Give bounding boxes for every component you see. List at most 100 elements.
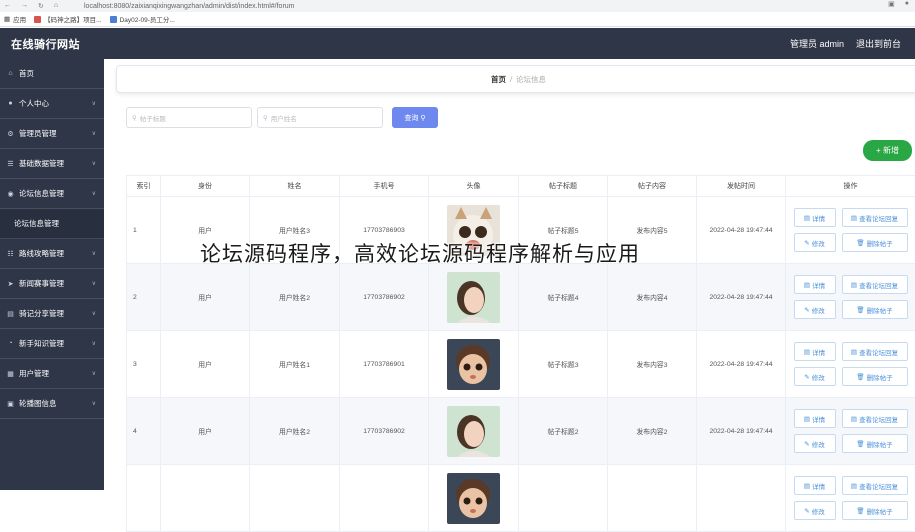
forum-table: 索引身份姓名手机号头像帖子标题帖子内容发帖时间操作 1用户用户姓名3177037… — [126, 175, 915, 532]
sidebar-item[interactable]: ▤骑记分享管理∨ — [0, 299, 104, 329]
cell-index: 1 — [127, 197, 161, 264]
location-icon: ◉ — [6, 190, 15, 198]
column-header: 姓名 — [250, 176, 340, 197]
column-header: 操作 — [786, 176, 915, 197]
edit-button[interactable]: ✎修改 — [794, 300, 836, 319]
delete-post-button[interactable]: 🗑删除帖子 — [842, 300, 908, 319]
document-icon: ▤ — [851, 348, 857, 356]
cell-index: 2 — [127, 264, 161, 331]
search-icon: ⚲ — [263, 114, 268, 122]
detail-button[interactable]: ▤详情 — [794, 409, 836, 428]
sidebar-item-label: 用户管理 — [19, 368, 49, 379]
post-title-search-input[interactable]: ⚲ 帖子标题 — [126, 107, 252, 128]
url-text[interactable]: localhost:8080/zaixianqixingwangzhan/adm… — [84, 3, 295, 10]
browser-address-bar: ← → ↻ ⌂ localhost:8080/zaixianqixingwang… — [0, 0, 915, 12]
chevron-down-icon: ∨ — [92, 310, 96, 317]
edit-icon: ✎ — [804, 239, 809, 247]
detail-button[interactable]: ▤详情 — [794, 275, 836, 294]
actions-cell: ▤详情 ▤查看论坛回复 ✎修改 🗑删除帖子 — [786, 465, 915, 532]
table-row: ▤详情 ▤查看论坛回复 ✎修改 🗑删除帖子 — [127, 465, 915, 532]
sidebar-item[interactable]: ▦用户管理∨ — [0, 359, 104, 389]
document-icon: ▤ — [851, 281, 857, 289]
browser-nav: ← → ↻ ⌂ — [0, 2, 84, 10]
sidebar-item[interactable]: ◔新手知识管理∨ — [0, 329, 104, 359]
chevron-down-icon: ∨ — [92, 190, 96, 197]
actions-cell: ▤详情 ▤查看论坛回复 ✎修改 🗑删除帖子 — [786, 331, 915, 398]
column-header: 帖子标题 — [519, 176, 608, 197]
delete-post-button[interactable]: 🗑删除帖子 — [842, 434, 908, 453]
bookmark-favicon-icon — [110, 16, 117, 23]
breadcrumb-home[interactable]: 首页 — [491, 74, 506, 85]
cell-role: 用户 — [161, 264, 250, 331]
sidebar-item[interactable]: ●个人中心∨ — [0, 89, 104, 119]
document-icon: ▤ — [804, 348, 810, 356]
edit-button[interactable]: ✎修改 — [794, 367, 836, 386]
edit-icon: ✎ — [804, 306, 809, 314]
actions-cell: ▤详情 ▤查看论坛回复 ✎修改 🗑删除帖子 — [786, 197, 915, 264]
avatar-cell — [429, 465, 519, 532]
view-replies-button[interactable]: ▤查看论坛回复 — [842, 342, 908, 361]
delete-post-button[interactable]: 🗑删除帖子 — [842, 367, 908, 386]
add-button[interactable]: + 新增 — [863, 140, 912, 161]
sidebar-item[interactable]: ☷路线攻略管理∨ — [0, 239, 104, 269]
cell-name: 用户姓名2 — [250, 264, 340, 331]
cell-phone: 17703786901 — [340, 331, 429, 398]
username-search-input[interactable]: ⚲ 用户姓名 — [257, 107, 383, 128]
breadcrumb-separator: / — [510, 75, 512, 84]
cell-role: 用户 — [161, 331, 250, 398]
sidebar-item[interactable]: ▣轮播图信息∨ — [0, 389, 104, 419]
edit-button[interactable]: ✎修改 — [794, 233, 836, 252]
cell-name: 用户姓名2 — [250, 398, 340, 465]
back-icon[interactable]: ← — [4, 2, 11, 10]
delete-post-button[interactable]: 🗑删除帖子 — [842, 233, 908, 252]
cell-name — [250, 465, 340, 532]
detail-button[interactable]: ▤详情 — [794, 342, 836, 361]
sidebar-item[interactable]: ⚙管理员管理∨ — [0, 119, 104, 149]
bookmark-item[interactable]: Day02-09-员工分... — [110, 14, 175, 24]
sidebar-item[interactable]: ◉论坛信息管理∨ — [0, 179, 104, 209]
breadcrumb: 首页 / 论坛信息 — [116, 65, 915, 93]
document-icon: ▤ — [804, 415, 810, 423]
view-replies-button[interactable]: ▤查看论坛回复 — [842, 409, 908, 428]
delete-post-button[interactable]: 🗑删除帖子 — [842, 501, 908, 520]
view-replies-button[interactable]: ▤查看论坛回复 — [842, 208, 908, 227]
view-replies-button[interactable]: ▤查看论坛回复 — [842, 275, 908, 294]
top-header: 在线骑行网站 管理员 admin 退出到前台 — [0, 28, 915, 59]
cell-title: 帖子标题2 — [519, 398, 608, 465]
logout-to-front-link[interactable]: 退出到前台 — [856, 37, 901, 50]
image-icon: ▣ — [6, 400, 15, 408]
edit-button[interactable]: ✎修改 — [794, 501, 836, 520]
sidebar-item-label: 管理员管理 — [19, 128, 57, 139]
edit-icon: ✎ — [804, 507, 809, 515]
sidebar-item[interactable]: ➤新闻赛事管理∨ — [0, 269, 104, 299]
sidebar-item[interactable]: 论坛信息管理 — [0, 209, 104, 239]
bookmark-apps[interactable]: ▦应用 — [4, 14, 26, 24]
detail-button[interactable]: ▤详情 — [794, 476, 836, 495]
reload-icon[interactable]: ↻ — [38, 2, 44, 10]
avatar-cell — [429, 398, 519, 465]
sidebar-item-label: 论坛信息管理 — [14, 218, 59, 229]
sidebar-item[interactable]: ⌂首页 — [0, 59, 104, 89]
cell-role: 用户 — [161, 398, 250, 465]
trash-icon: 🗑 — [856, 306, 864, 314]
chevron-down-icon: ∨ — [92, 370, 96, 377]
home-icon[interactable]: ⌂ — [54, 2, 58, 10]
forward-icon[interactable]: → — [21, 2, 28, 10]
extension-icon[interactable]: ▣ — [888, 0, 895, 8]
actions-cell: ▤详情 ▤查看论坛回复 ✎修改 🗑删除帖子 — [786, 398, 915, 465]
cell-name: 用户姓名1 — [250, 331, 340, 398]
bookmark-item[interactable]: 【码神之路】项目... — [34, 14, 101, 24]
actions-cell: ▤详情 ▤查看论坛回复 ✎修改 🗑删除帖子 — [786, 264, 915, 331]
search-bar: ⚲ 帖子标题 ⚲ 用户姓名 查询⚲ — [126, 107, 438, 128]
document-icon: ▤ — [804, 214, 810, 222]
search-button[interactable]: 查询⚲ — [392, 107, 438, 128]
avatar-cell — [429, 264, 519, 331]
detail-button[interactable]: ▤详情 — [794, 208, 836, 227]
sidebar-item[interactable]: ☰基础数据管理∨ — [0, 149, 104, 179]
chevron-down-icon: ∨ — [92, 160, 96, 167]
profile-icon[interactable]: ● — [905, 0, 909, 8]
edit-button[interactable]: ✎修改 — [794, 434, 836, 453]
chevron-down-icon: ∨ — [92, 280, 96, 287]
chevron-down-icon: ∨ — [92, 400, 96, 407]
view-replies-button[interactable]: ▤查看论坛回复 — [842, 476, 908, 495]
